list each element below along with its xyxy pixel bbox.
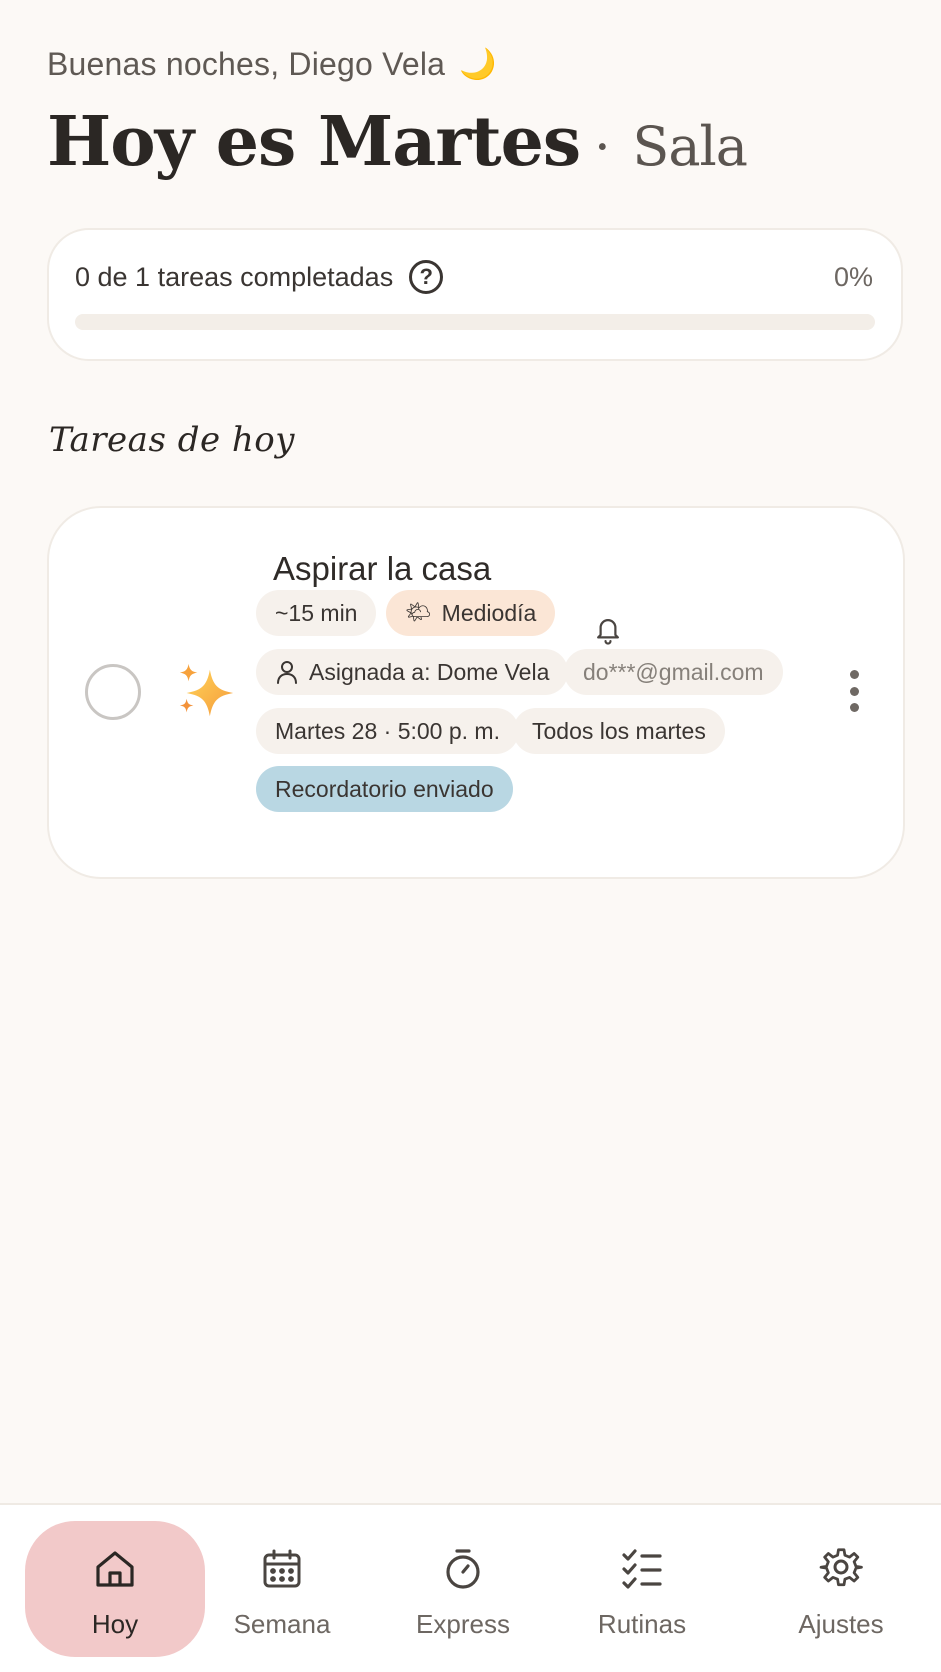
time-of-day-text: Mediodía: [441, 599, 537, 626]
recurrence-text: Todos los martes: [532, 717, 706, 744]
room-name: Sala: [632, 115, 748, 178]
nav-express[interactable]: Express: [373, 1521, 553, 1657]
page-title: Hoy es Martes · Sala: [47, 102, 748, 182]
sun-cloud-icon: 🌤: [405, 601, 432, 624]
moon-icon: 🌙: [459, 48, 497, 81]
task-title: Aspirar la casa: [273, 550, 492, 587]
page-title-text: Hoy es Martes: [47, 102, 581, 182]
nav-rutinas-label: Rutinas: [597, 1609, 687, 1639]
nav-semana[interactable]: Semana: [192, 1521, 372, 1657]
app-screen: Buenas noches, Diego Vela 🌙 Hoy es Marte…: [0, 0, 941, 1672]
nav-express-label: Express: [416, 1609, 510, 1639]
nav-ajustes-label: Ajustes: [798, 1609, 884, 1639]
nav-rutinas[interactable]: Rutinas: [552, 1521, 732, 1657]
progress-bar: [75, 314, 875, 330]
greeting-text: Buenas noches, Diego Vela: [47, 46, 446, 82]
email-text: do***@gmail.com: [583, 658, 764, 685]
duration-chip: ~15 min: [256, 590, 377, 636]
recurrence-chip: Todos los martes: [513, 708, 725, 754]
progress-card: 0 de 1 tareas completadas ? 0%: [47, 228, 903, 361]
assignee-chip: Asignada a: Dome Vela: [256, 649, 569, 695]
person-icon: [277, 661, 297, 684]
bottom-nav: Hoy Semana Express Rutinas Ajustes: [0, 1503, 941, 1672]
datetime-chip: Martes 28 · 5:00 p. m.: [256, 708, 519, 754]
bell-icon[interactable]: [593, 614, 623, 646]
reminder-status-text: Recordatorio enviado: [275, 775, 494, 802]
title-separator: ·: [594, 118, 611, 178]
nav-ajustes[interactable]: Ajustes: [751, 1521, 931, 1657]
home-icon: [96, 1551, 134, 1587]
progress-percent: 0%: [833, 262, 873, 292]
help-icon[interactable]: ?: [409, 260, 444, 294]
more-options-icon[interactable]: [847, 670, 861, 712]
email-chip: do***@gmail.com: [564, 649, 783, 695]
checklist-icon: [622, 1549, 662, 1589]
section-title: Tareas de hoy: [49, 420, 295, 460]
sparkles-icon: [179, 663, 234, 717]
time-of-day-chip: 🌤 Mediodía: [386, 590, 556, 636]
calendar-icon: [263, 1549, 301, 1588]
nav-semana-label: Semana: [233, 1609, 331, 1639]
nav-hoy-label: Hoy: [91, 1609, 139, 1639]
duration-text: ~15 min: [275, 599, 358, 626]
stopwatch-icon: [446, 1549, 480, 1589]
datetime-text: Martes 28 · 5:00 p. m.: [275, 717, 500, 744]
task-card[interactable]: Aspirar la casa ~15 min 🌤 Mediodía Asign…: [47, 506, 905, 879]
gear-icon: [819, 1548, 863, 1587]
assignee-text: Asignada a: Dome Vela: [309, 658, 550, 685]
nav-hoy[interactable]: Hoy: [25, 1521, 205, 1657]
task-complete-checkbox[interactable]: [85, 664, 141, 720]
progress-label: 0 de 1 tareas completadas ?: [75, 260, 444, 294]
progress-text: 0 de 1 tareas completadas: [75, 261, 394, 292]
reminder-status-badge: Recordatorio enviado: [256, 766, 513, 812]
greeting: Buenas noches, Diego Vela 🌙: [47, 46, 497, 83]
